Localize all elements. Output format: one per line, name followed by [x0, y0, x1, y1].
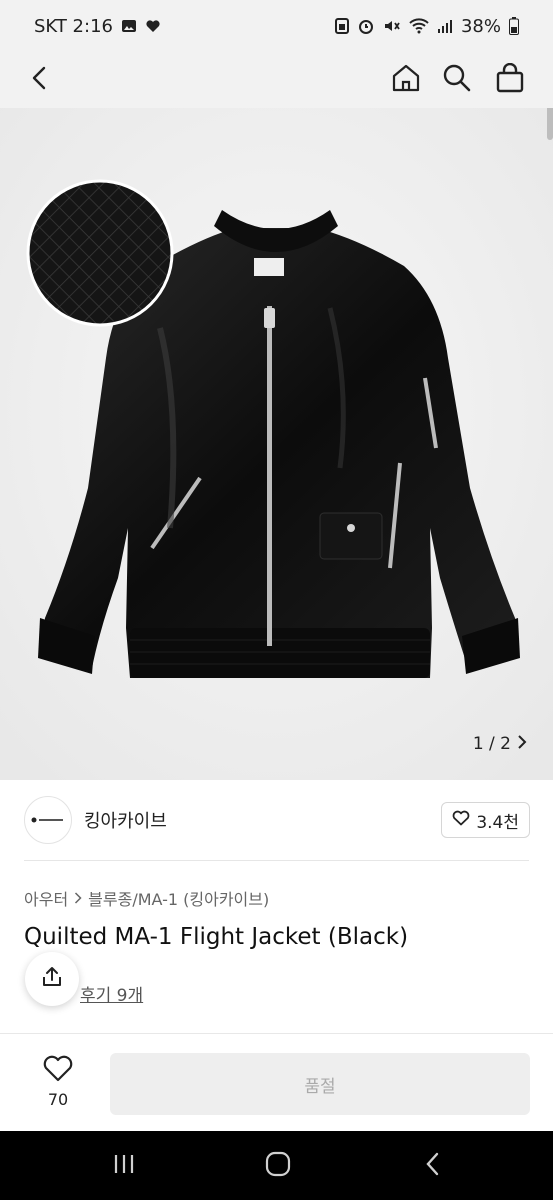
top-navigation — [0, 52, 553, 108]
share-button[interactable] — [25, 952, 79, 1006]
carrier-time: SKT 2:16 — [34, 15, 113, 37]
chevron-right-icon — [517, 734, 527, 754]
status-bar: SKT 2:16 38% — [0, 0, 553, 52]
home-icon — [390, 62, 422, 98]
battery-percent: 38% — [460, 15, 501, 37]
chevron-right-icon — [74, 889, 82, 908]
system-navigation-bar — [0, 1131, 553, 1200]
product-title: Quilted MA-1 Flight Jacket (Black) — [24, 924, 409, 950]
bottom-action-bar: 70 품절 — [0, 1033, 553, 1132]
shop-like-count: 3.4천 — [476, 812, 519, 833]
gallery-notification-icon — [121, 18, 137, 34]
share-icon — [40, 965, 64, 993]
home-button[interactable] — [386, 60, 426, 100]
shop-logo-icon — [31, 817, 63, 823]
search-icon — [442, 63, 472, 97]
shop-like-button[interactable]: 3.4천 — [441, 802, 530, 838]
wishlist-count: 70 — [47, 1090, 69, 1109]
image-counter[interactable]: 1 / 2 — [473, 734, 527, 754]
shopping-bag-icon — [495, 62, 525, 97]
breadcrumb-subcategory[interactable]: 블루종/MA-1 (킹아카이브) — [88, 886, 269, 910]
heart-outline-icon — [42, 1054, 74, 1086]
heart-outline-icon — [452, 810, 470, 831]
wishlist-button[interactable]: 70 — [30, 1054, 86, 1109]
heart-notification-icon — [145, 18, 161, 34]
home-system-button[interactable] — [258, 1149, 298, 1183]
mute-icon — [383, 17, 401, 35]
sold-out-button[interactable]: 품절 — [110, 1053, 530, 1115]
back-button[interactable] — [20, 60, 60, 100]
battery-icon — [509, 17, 519, 35]
recent-apps-button[interactable] — [104, 1149, 144, 1183]
breadcrumb: 아우터 블루종/MA-1 (킹아카이브) — [24, 886, 269, 910]
back-arrow-icon — [29, 65, 51, 95]
image-counter-text: 1 / 2 — [472, 734, 511, 754]
breadcrumb-category[interactable]: 아우터 — [24, 886, 68, 910]
system-back-button[interactable] — [413, 1149, 453, 1183]
product-image-gallery[interactable]: 1 / 2 — [0, 108, 553, 780]
shop-avatar[interactable] — [24, 796, 72, 844]
review-link[interactable]: 후기 9개 — [80, 981, 143, 1006]
divider — [24, 860, 529, 861]
home-circle-icon — [265, 1151, 291, 1181]
signal-icon — [437, 18, 453, 34]
shop-name[interactable]: 킹아카이브 — [84, 807, 167, 833]
alarm-icon — [357, 17, 375, 35]
wifi-icon — [409, 18, 429, 34]
shop-row[interactable]: 킹아카이브 3.4천 — [0, 780, 553, 860]
jacket-photo — [0, 108, 553, 780]
back-chevron-icon — [425, 1152, 441, 1180]
recent-apps-icon — [112, 1153, 136, 1179]
cart-button[interactable] — [490, 60, 530, 100]
search-button[interactable] — [437, 60, 477, 100]
page-scrollbar[interactable] — [547, 108, 553, 140]
sim-icon — [334, 18, 349, 34]
